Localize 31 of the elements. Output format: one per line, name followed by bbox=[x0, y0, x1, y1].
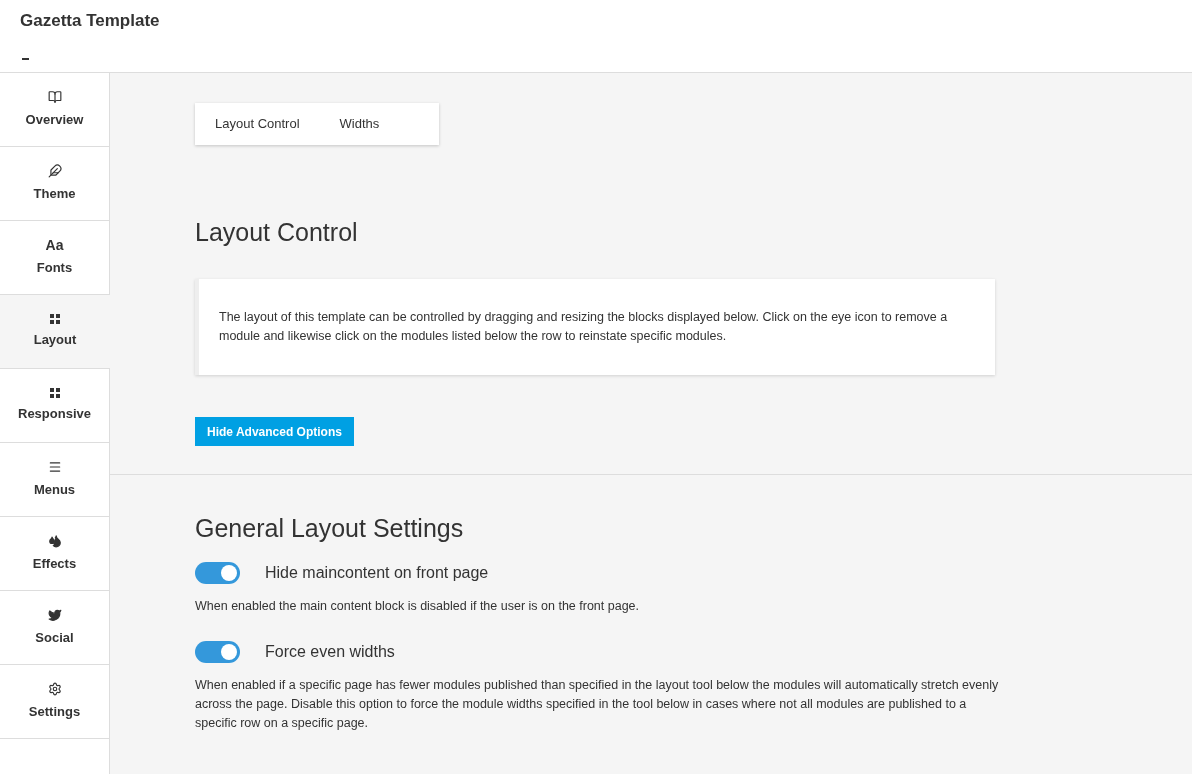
sidebar-item[interactable]: Responsive bbox=[0, 369, 110, 443]
sidebar-item[interactable]: Effects bbox=[0, 517, 110, 591]
settings-icon bbox=[47, 681, 62, 696]
bird-icon bbox=[47, 607, 62, 622]
sidebar-item[interactable]: Overview bbox=[0, 73, 110, 147]
setting-description: When enabled if a specific page has fewer modules published than specified in the layout tool below the modules will automatically stretch evenly across the page. Disable this option to force the module widths specified in the tool below in cases where not all modules are published to a specific row on a specific page. bbox=[195, 677, 1000, 732]
description-text: The layout of this template can be controlled by dragging and resizing the blocks displayed below. Click on the eye icon to remove a module and likewise click on the modules listed below the row to reinstate specific modules. bbox=[219, 309, 949, 345]
app-title: Gazetta Template bbox=[20, 10, 161, 32]
menu-icon bbox=[47, 459, 62, 474]
feather-icon bbox=[47, 163, 62, 178]
grid-icon bbox=[49, 387, 60, 398]
setting-description: When enabled the main content block is disabled if the user is on the front page. bbox=[195, 598, 641, 615]
sidebar-item[interactable]: Layout bbox=[0, 295, 110, 369]
general-settings-title: General Layout Settings bbox=[195, 513, 465, 543]
toggle-switch[interactable] bbox=[195, 641, 240, 663]
droplets-icon bbox=[47, 533, 62, 548]
sidebar-item[interactable]: Menus bbox=[0, 443, 110, 517]
sidebar-item[interactable]: Aa Fonts bbox=[0, 221, 110, 295]
sidebar-item[interactable]: Settings bbox=[0, 665, 110, 739]
sidebar-item[interactable]: Social bbox=[0, 591, 110, 665]
sidebar-item[interactable]: Theme bbox=[0, 147, 110, 221]
toggle-switch[interactable] bbox=[195, 562, 240, 584]
dash-mark bbox=[22, 58, 29, 60]
setting-label: Force even widths bbox=[265, 642, 395, 662]
book-icon bbox=[47, 89, 62, 104]
section-title: Layout Control bbox=[195, 217, 359, 247]
setting-label: Hide maincontent on front page bbox=[265, 563, 489, 583]
tab[interactable]: Widths bbox=[339, 114, 380, 134]
tab[interactable]: Layout Control bbox=[215, 114, 300, 134]
grid-icon bbox=[50, 313, 60, 324]
font-glyph-icon: Aa bbox=[45, 237, 64, 252]
